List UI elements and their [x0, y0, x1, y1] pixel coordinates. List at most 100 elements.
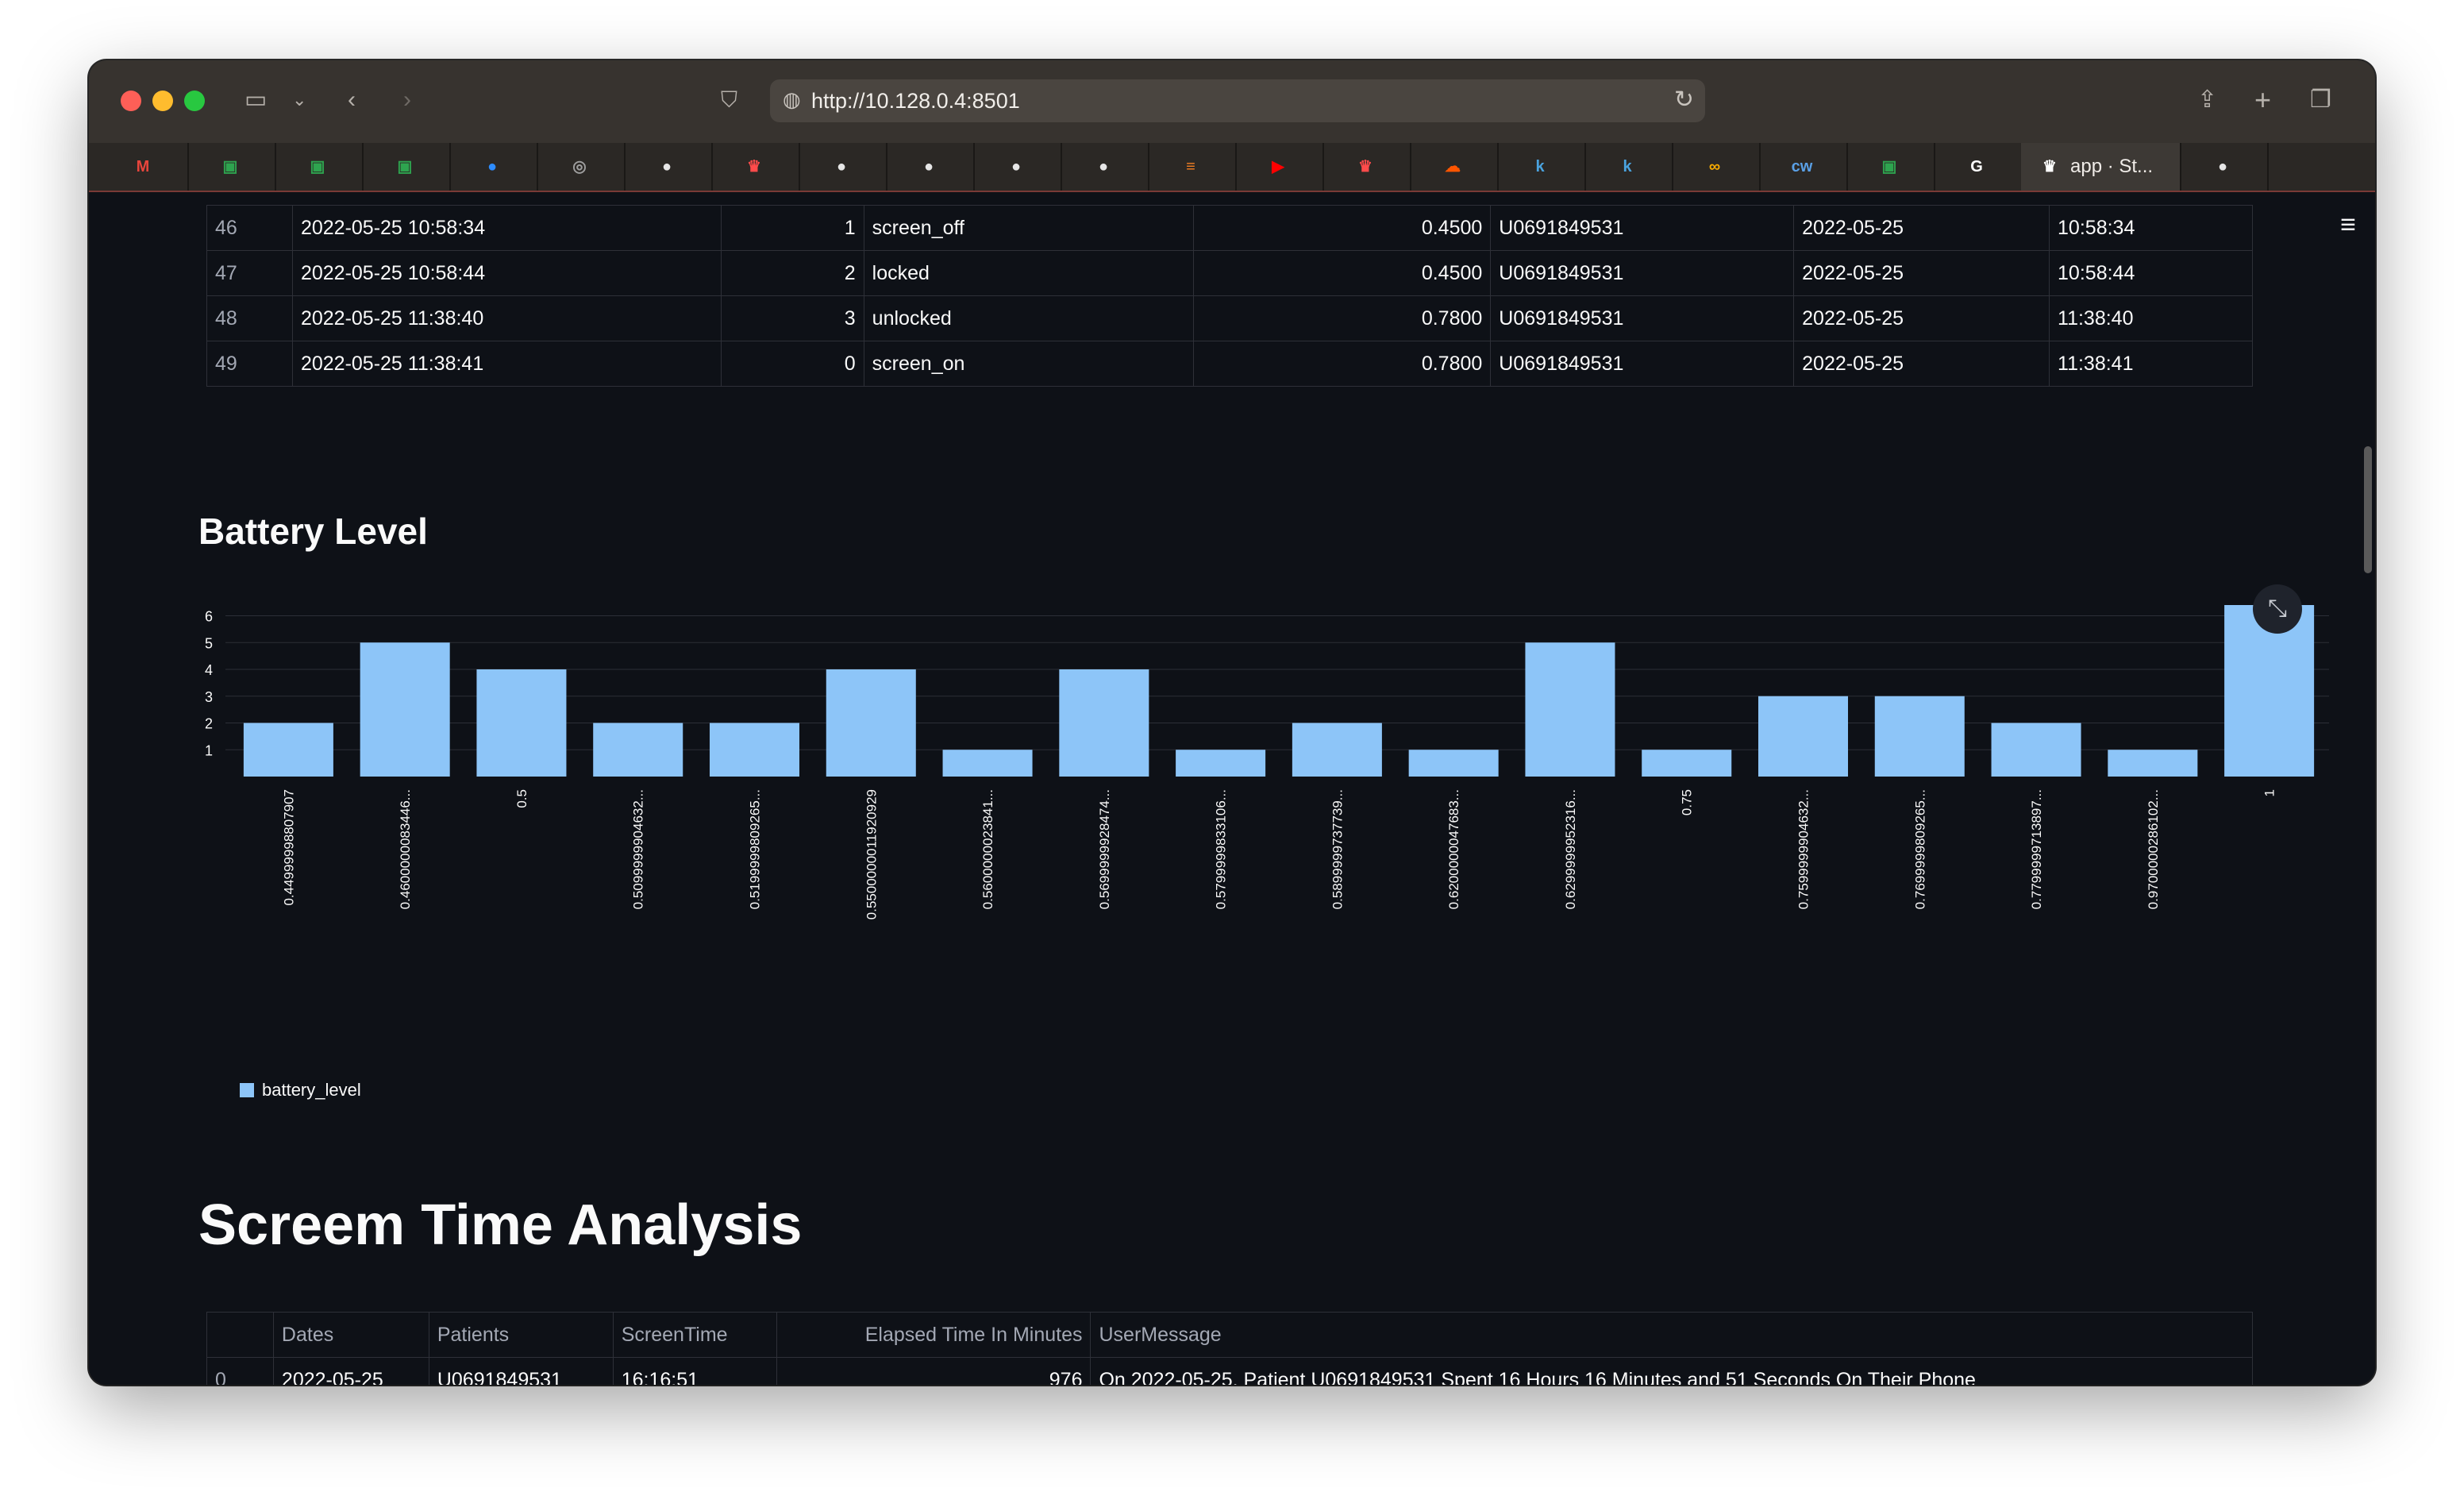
browser-tab[interactable]: M — [100, 143, 189, 191]
sidebar-toggle-icon[interactable]: ▭ — [244, 84, 267, 116]
bar[interactable] — [709, 723, 800, 777]
zoom-window-button[interactable] — [184, 91, 205, 111]
cell-battery: 0.7800 — [1193, 295, 1492, 341]
bar[interactable] — [243, 723, 333, 777]
browser-tab[interactable]: ♛ — [1322, 143, 1411, 191]
new-tab-icon[interactable]: + — [2254, 84, 2271, 116]
browser-tab[interactable]: ● — [2180, 143, 2269, 191]
slides-icon: ▣ — [222, 158, 238, 175]
browser-tab[interactable]: k — [1497, 143, 1586, 191]
column-header[interactable]: UserMessage — [1090, 1312, 2253, 1358]
fullscreen-icon[interactable]: ⤡ — [2253, 584, 2302, 634]
browser-tab[interactable]: k — [1584, 143, 1673, 191]
browser-tab[interactable]: ☁ — [1410, 143, 1499, 191]
bar[interactable] — [1642, 750, 1732, 777]
browser-tab[interactable]: ▣ — [1846, 143, 1935, 191]
bar[interactable] — [2108, 750, 2198, 777]
slides-icon: ▣ — [310, 158, 325, 175]
bar[interactable] — [1176, 750, 1266, 777]
browser-tab[interactable]: ♛ app · St... — [2021, 143, 2181, 191]
chrome-icon: ◎ — [572, 158, 587, 175]
chevron-down-icon[interactable]: ⌄ — [292, 84, 306, 116]
browser-tab[interactable]: ● — [973, 143, 1062, 191]
bar[interactable] — [942, 750, 1033, 777]
column-header[interactable]: ScreenTime — [612, 1312, 777, 1358]
browser-tab[interactable]: ● — [886, 143, 975, 191]
table-row[interactable]: 47 2022-05-25 10:58:44 2 locked 0.4500 U06918… — [206, 250, 2253, 296]
bar[interactable] — [826, 669, 916, 777]
browser-tab[interactable]: cw — [1759, 143, 1848, 191]
menu-icon[interactable]: ≡ — [2340, 210, 2356, 241]
google-icon: G — [1970, 158, 1983, 175]
browser-tab[interactable]: ♛ — [711, 143, 800, 191]
bar[interactable] — [1991, 723, 2081, 777]
cell-code: 0 — [720, 341, 864, 387]
x-tick-label: 0.5600000023841... — [980, 789, 995, 909]
table-row[interactable]: 0 2022-05-25 U0691849531 16:16:51 976 On 2022… — [206, 1357, 2253, 1385]
bar[interactable] — [1525, 642, 1615, 777]
x-tick-label: 1 — [2262, 789, 2277, 796]
events-table[interactable]: 46 2022-05-25 10:58:34 1 screen_off 0.4500 U0… — [206, 205, 2253, 387]
bar[interactable] — [1874, 696, 1965, 777]
cell-code: 3 — [720, 295, 864, 341]
share-icon[interactable]: ⇪ — [2197, 84, 2217, 116]
battery-level-heading: Battery Level — [198, 511, 428, 552]
table-row[interactable]: 46 2022-05-25 10:58:34 1 screen_off 0.4500 U0… — [206, 205, 2253, 251]
cell-time: 11:38:41 — [2049, 341, 2253, 387]
cell-battery: 0.7800 — [1193, 341, 1492, 387]
screen-time-table[interactable]: Dates Patients ScreenTime Elapsed Time In M… — [206, 1312, 2253, 1385]
cell-datetime: 2022-05-25 10:58:34 — [291, 205, 722, 251]
table-row[interactable]: 49 2022-05-25 11:38:41 0 screen_on 0.7800 U06… — [206, 341, 2253, 387]
bar[interactable] — [1408, 750, 1499, 777]
back-arrow-icon[interactable]: ‹ — [348, 84, 356, 116]
browser-tab[interactable]: ▣ — [362, 143, 451, 191]
battery-bar-chart[interactable]: 1 2 3 4 5 6 0.44999998807907 0.4600000083446...… — [184, 605, 2375, 1097]
screen-time-heading: Screem Time Analysis — [198, 1193, 803, 1257]
column-header[interactable]: Patients — [428, 1312, 614, 1358]
cell-time: 10:58:44 — [2049, 250, 2253, 296]
bar[interactable] — [1292, 723, 1382, 777]
tab-overview-icon[interactable]: ❐ — [2310, 84, 2331, 116]
address-bar[interactable]: ◍ http://10.128.0.4:8501 ↻ — [770, 79, 1705, 122]
browser-tab[interactable]: G — [1934, 143, 2023, 191]
browser-tab[interactable]: ▣ — [187, 143, 276, 191]
reload-icon[interactable]: ↻ — [1674, 86, 1694, 114]
globe-icon: ◍ — [783, 87, 801, 111]
forward-arrow-icon[interactable]: › — [403, 84, 411, 116]
column-header[interactable]: Elapsed Time In Minutes — [776, 1312, 1091, 1358]
x-tick-label: 0.5899999737739... — [1330, 789, 1345, 909]
privacy-shield-icon[interactable]: ⛉ — [721, 84, 737, 116]
bar[interactable] — [476, 669, 567, 777]
cell-patient: U0691849531 — [1490, 341, 1795, 387]
cell-date: 2022-05-25 — [1793, 205, 2050, 251]
scrollbar[interactable] — [2364, 446, 2372, 573]
column-header[interactable]: Dates — [272, 1312, 429, 1358]
table-row[interactable]: 48 2022-05-25 11:38:40 3 unlocked 0.7800 U069… — [206, 295, 2253, 341]
minimize-window-button[interactable] — [152, 91, 173, 111]
browser-tab[interactable]: ● — [449, 143, 538, 191]
x-tick-label: 0.7799999713897... — [2029, 789, 2044, 909]
bar[interactable] — [593, 723, 683, 777]
cell-idx: 0 — [206, 1357, 274, 1385]
browser-tab[interactable]: ◎ — [537, 143, 626, 191]
bar[interactable] — [1758, 696, 1849, 777]
browser-tab[interactable]: ▣ — [275, 143, 364, 191]
browser-tab[interactable]: ≡ — [1148, 143, 1237, 191]
bar[interactable] — [360, 642, 450, 777]
browser-tab[interactable]: ▶ — [1235, 143, 1324, 191]
y-tick-label: 1 — [205, 742, 213, 758]
x-tick-label: 0.7599999904632... — [1796, 789, 1811, 909]
cell-event: screen_off — [863, 205, 1195, 251]
browser-tab[interactable]: ● — [624, 143, 713, 191]
cell-time: 10:58:34 — [2049, 205, 2253, 251]
browser-tab[interactable]: ● — [1061, 143, 1149, 191]
cell-idx: 49 — [206, 341, 293, 387]
close-window-button[interactable] — [121, 91, 141, 111]
bar[interactable] — [1059, 669, 1149, 777]
browser-tab[interactable]: ∞ — [1672, 143, 1761, 191]
x-tick-label: 0.6200000047683... — [1446, 789, 1461, 909]
x-tick-label: 0.75 — [1680, 789, 1695, 815]
cell-event: unlocked — [863, 295, 1195, 341]
browser-tab[interactable]: ● — [799, 143, 887, 191]
cell-idx: 48 — [206, 295, 293, 341]
